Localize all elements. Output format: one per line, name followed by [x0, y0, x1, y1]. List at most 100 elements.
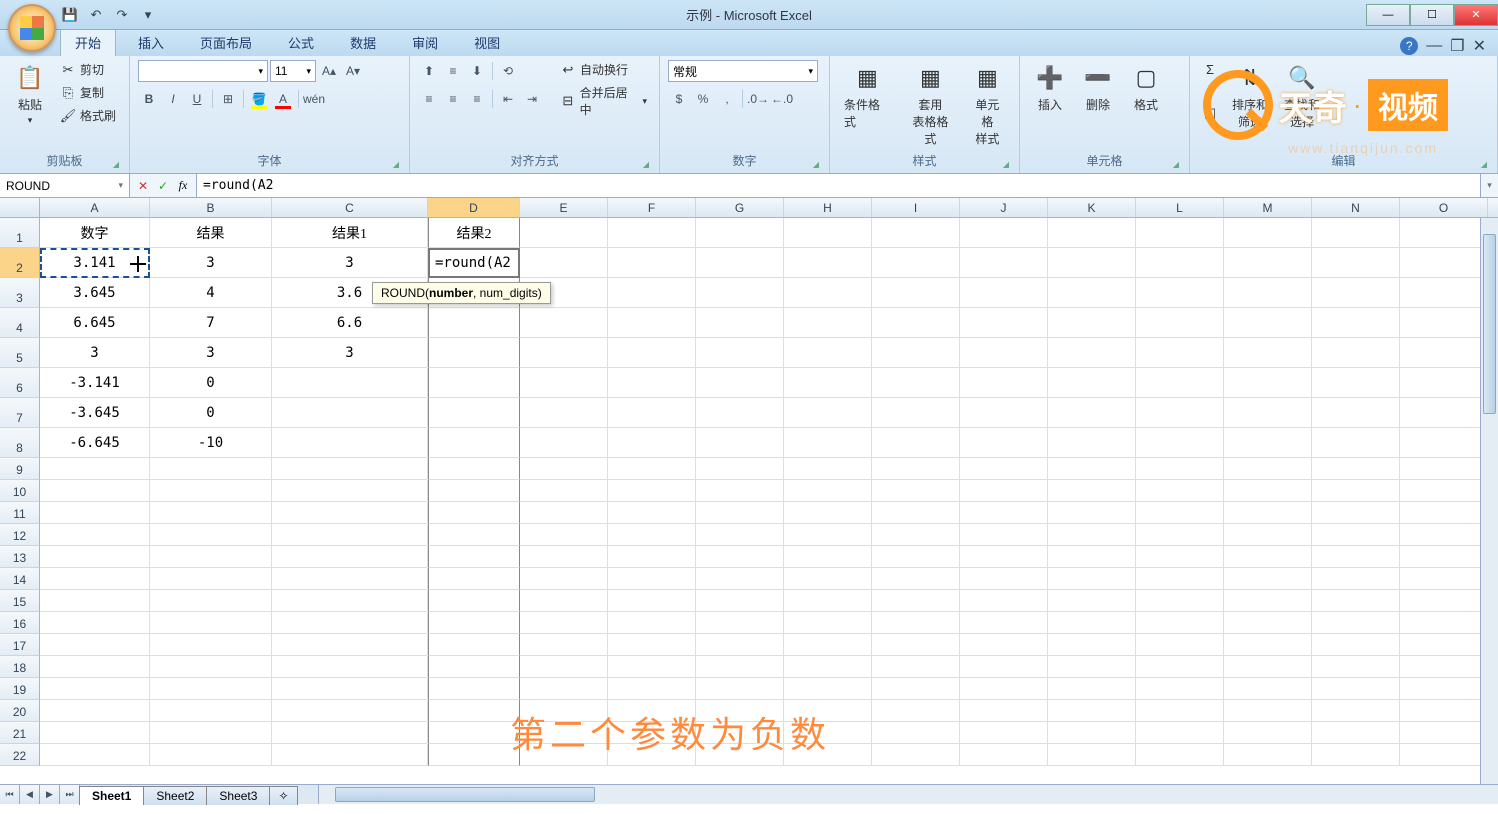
cell[interactable]: [608, 398, 696, 428]
tab-data[interactable]: 数据: [336, 29, 390, 56]
cell[interactable]: -6.645: [40, 428, 150, 458]
cell[interactable]: [520, 524, 608, 546]
cell[interactable]: [608, 634, 696, 656]
sheet-tab[interactable]: Sheet2: [143, 786, 207, 805]
row-header[interactable]: 12: [0, 524, 40, 546]
tab-insert[interactable]: 插入: [124, 29, 178, 56]
cell[interactable]: [520, 248, 608, 278]
sheet-tab[interactable]: Sheet1: [79, 786, 144, 805]
cell[interactable]: [150, 678, 272, 700]
cell[interactable]: [1312, 338, 1400, 368]
cell[interactable]: [1400, 546, 1488, 568]
cancel-formula-button[interactable]: ✕: [134, 177, 152, 195]
cell[interactable]: [1400, 248, 1488, 278]
cell[interactable]: [520, 502, 608, 524]
cell[interactable]: [1224, 368, 1312, 398]
increase-decimal-button[interactable]: .0→: [747, 88, 769, 110]
row-header[interactable]: 9: [0, 458, 40, 480]
cell[interactable]: [428, 458, 520, 480]
cell[interactable]: [272, 722, 428, 744]
cell[interactable]: [1400, 398, 1488, 428]
cell[interactable]: -3.645: [40, 398, 150, 428]
cell[interactable]: [1048, 656, 1136, 678]
cell[interactable]: [1312, 546, 1400, 568]
cell[interactable]: [1224, 612, 1312, 634]
cell[interactable]: [960, 568, 1048, 590]
maximize-button[interactable]: ☐: [1410, 4, 1454, 26]
cell[interactable]: [608, 368, 696, 398]
cell[interactable]: [1224, 568, 1312, 590]
cell[interactable]: [1224, 524, 1312, 546]
column-header[interactable]: H: [784, 198, 872, 217]
cell[interactable]: [40, 524, 150, 546]
cell[interactable]: [1136, 458, 1224, 480]
cell[interactable]: [40, 568, 150, 590]
cell[interactable]: [150, 722, 272, 744]
row-header[interactable]: 2: [0, 248, 40, 278]
cell[interactable]: =round(A2: [428, 248, 520, 278]
cell[interactable]: [1224, 678, 1312, 700]
cell[interactable]: [40, 656, 150, 678]
italic-button[interactable]: I: [162, 88, 184, 110]
cell[interactable]: [1048, 218, 1136, 248]
cell[interactable]: [696, 278, 784, 308]
row-header[interactable]: 14: [0, 568, 40, 590]
percent-button[interactable]: %: [692, 88, 714, 110]
cell[interactable]: [428, 590, 520, 612]
cell[interactable]: [960, 634, 1048, 656]
tab-page-layout[interactable]: 页面布局: [186, 29, 266, 56]
cell[interactable]: [872, 502, 960, 524]
cell[interactable]: 6.6: [272, 308, 428, 338]
cell[interactable]: [960, 338, 1048, 368]
sheet-nav-prev[interactable]: ◀: [20, 785, 40, 804]
cell[interactable]: [520, 568, 608, 590]
cell[interactable]: [1136, 744, 1224, 766]
orientation-button[interactable]: ⟲: [497, 60, 519, 82]
align-center-button[interactable]: ≡: [442, 88, 464, 110]
cell[interactable]: [40, 480, 150, 502]
cell[interactable]: [272, 368, 428, 398]
cell[interactable]: [1136, 700, 1224, 722]
ribbon-minimize-icon[interactable]: —: [1426, 37, 1442, 55]
cell[interactable]: [1048, 502, 1136, 524]
cell[interactable]: [1048, 678, 1136, 700]
sheet-nav-last[interactable]: ⏭: [60, 785, 80, 804]
cell[interactable]: [428, 398, 520, 428]
cell[interactable]: [40, 590, 150, 612]
cell[interactable]: 4: [150, 278, 272, 308]
cell[interactable]: [1224, 248, 1312, 278]
cut-button[interactable]: ✂剪切: [56, 60, 120, 79]
workbook-restore-icon[interactable]: ❐: [1450, 36, 1464, 56]
cell[interactable]: [872, 546, 960, 568]
cell[interactable]: [784, 308, 872, 338]
cell[interactable]: [1224, 590, 1312, 612]
cell[interactable]: [696, 546, 784, 568]
cell[interactable]: [272, 656, 428, 678]
save-icon[interactable]: 💾: [60, 5, 80, 25]
minimize-button[interactable]: —: [1366, 4, 1410, 26]
vertical-scrollbar[interactable]: [1480, 218, 1498, 784]
cell[interactable]: [608, 546, 696, 568]
merge-center-button[interactable]: ⊟合并后居中▾: [556, 83, 651, 119]
cell[interactable]: [1312, 678, 1400, 700]
cell[interactable]: [1224, 218, 1312, 248]
cell[interactable]: [1312, 634, 1400, 656]
cell[interactable]: [608, 612, 696, 634]
cell[interactable]: [696, 480, 784, 502]
cell[interactable]: [1224, 722, 1312, 744]
cell[interactable]: [960, 308, 1048, 338]
cell[interactable]: [428, 338, 520, 368]
cell[interactable]: [1312, 278, 1400, 308]
cell[interactable]: 3: [150, 338, 272, 368]
cell[interactable]: [872, 338, 960, 368]
cell[interactable]: [428, 744, 520, 766]
cell[interactable]: [696, 634, 784, 656]
cell[interactable]: [608, 218, 696, 248]
cell[interactable]: [1312, 458, 1400, 480]
cell[interactable]: [428, 656, 520, 678]
cell[interactable]: [520, 590, 608, 612]
cell[interactable]: [520, 398, 608, 428]
cell[interactable]: [784, 480, 872, 502]
cell[interactable]: [960, 502, 1048, 524]
row-header[interactable]: 11: [0, 502, 40, 524]
